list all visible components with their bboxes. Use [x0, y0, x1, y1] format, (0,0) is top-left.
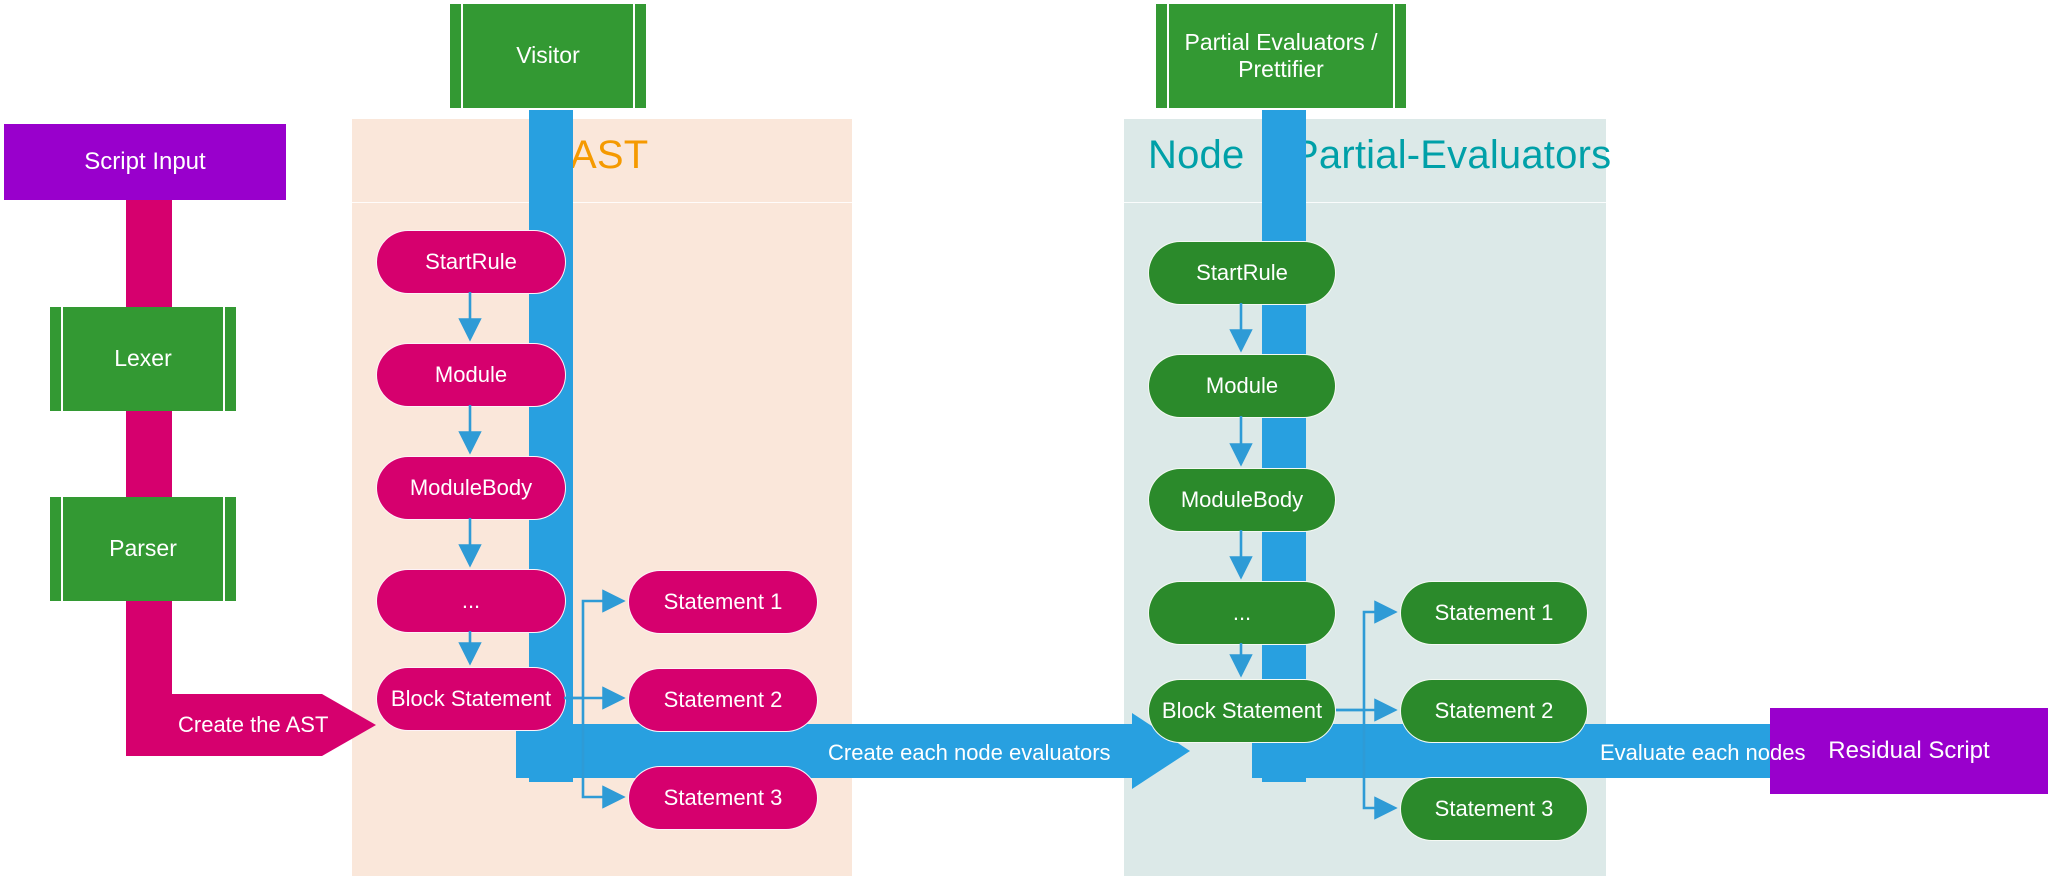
node-panel-header-divider — [1124, 202, 1606, 203]
pe-statement-0-label: Statement 1 — [1434, 600, 1554, 625]
pe-statement-2[interactable]: Statement 3 — [1400, 777, 1588, 841]
ast-statement-2-label: Statement 3 — [663, 785, 783, 810]
partial-evaluators-box-label: Partial Evaluators / Prettifier — [1170, 29, 1391, 83]
ast-node-1[interactable]: Module — [376, 343, 566, 407]
ast-statement-0[interactable]: Statement 1 — [628, 570, 818, 634]
pe-node-1-label: Module — [1205, 373, 1279, 398]
partial-evaluators-box[interactable]: Partial Evaluators / Prettifier — [1156, 4, 1406, 108]
node-panel-title-left: Node — [1148, 133, 1245, 177]
evaluate-nodes-arrow-label: Evaluate each nodes — [1600, 740, 1806, 765]
pe-node-3[interactable]: ... — [1148, 581, 1336, 645]
ast-node-2-label: ModuleBody — [409, 475, 533, 500]
script-input-box[interactable]: Script Input — [4, 124, 286, 200]
pe-node-3-label: ... — [1232, 600, 1252, 625]
parser-box-right-rule — [223, 497, 225, 601]
parser-box-label: Parser — [109, 535, 177, 562]
ast-node-3[interactable]: ... — [376, 569, 566, 633]
lexer-box-right-rule — [223, 307, 225, 411]
ast-statement-0-label: Statement 1 — [663, 589, 783, 614]
ast-node-0-label: StartRule — [425, 249, 517, 274]
pe-node-4-label: Block Statement — [1161, 698, 1323, 723]
partial-evaluators-box-left-rule — [1167, 4, 1169, 108]
pe-node-0-label: StartRule — [1196, 260, 1288, 285]
visitor-box-right-rule — [633, 4, 635, 108]
visitor-box-left-rule — [461, 4, 463, 108]
parser-box[interactable]: Parser — [50, 497, 236, 601]
pe-statement-1[interactable]: Statement 2 — [1400, 679, 1588, 743]
visitor-box-label: Visitor — [516, 42, 580, 69]
script-input-label: Script Input — [84, 148, 206, 175]
create-node-evaluators-arrow-label: Create each node evaluators — [828, 740, 1111, 765]
ast-panel-title: AST — [570, 133, 649, 177]
pe-node-0[interactable]: StartRule — [1148, 241, 1336, 305]
ast-statement-1[interactable]: Statement 2 — [628, 668, 818, 732]
ast-node-3-label: ... — [461, 588, 481, 613]
partial-evaluators-box-label-line1: Partial Evaluators / — [1184, 28, 1378, 55]
residual-script-box[interactable]: Residual Script — [1770, 708, 2048, 794]
pe-statement-1-label: Statement 2 — [1434, 698, 1554, 723]
residual-script-label: Residual Script — [1828, 737, 1990, 764]
ast-node-4[interactable]: Block Statement — [376, 667, 566, 731]
ast-node-0[interactable]: StartRule — [376, 230, 566, 294]
lexer-box-label: Lexer — [114, 345, 172, 372]
diagram-canvas: AST Node Partial-Evaluators Create the A… — [0, 0, 2052, 878]
partial-evaluators-box-right-rule — [1393, 4, 1395, 108]
ast-statement-2[interactable]: Statement 3 — [628, 766, 818, 830]
pipeline-ribbon-vertical — [126, 196, 172, 726]
ast-node-4-label: Block Statement — [390, 686, 552, 711]
pe-statement-0[interactable]: Statement 1 — [1400, 581, 1588, 645]
parser-box-left-rule — [61, 497, 63, 601]
ast-panel-header-divider — [352, 202, 852, 203]
pe-node-4[interactable]: Block Statement — [1148, 679, 1336, 743]
create-ast-arrow-label: Create the AST — [178, 712, 329, 737]
ast-node-2[interactable]: ModuleBody — [376, 456, 566, 520]
lexer-box[interactable]: Lexer — [50, 307, 236, 411]
pe-node-1[interactable]: Module — [1148, 354, 1336, 418]
create-ast-arrow-head — [322, 694, 376, 756]
lexer-box-left-rule — [61, 307, 63, 411]
partial-evaluators-box-label-line2: Prettifier — [1238, 56, 1324, 82]
pe-node-2[interactable]: ModuleBody — [1148, 468, 1336, 532]
ast-statement-1-label: Statement 2 — [663, 687, 783, 712]
pe-statement-2-label: Statement 3 — [1434, 796, 1554, 821]
node-panel-title-right: Partial-Evaluators — [1292, 133, 1612, 177]
pe-node-2-label: ModuleBody — [1180, 487, 1304, 512]
ast-node-1-label: Module — [434, 362, 508, 387]
visitor-box[interactable]: Visitor — [450, 4, 646, 108]
